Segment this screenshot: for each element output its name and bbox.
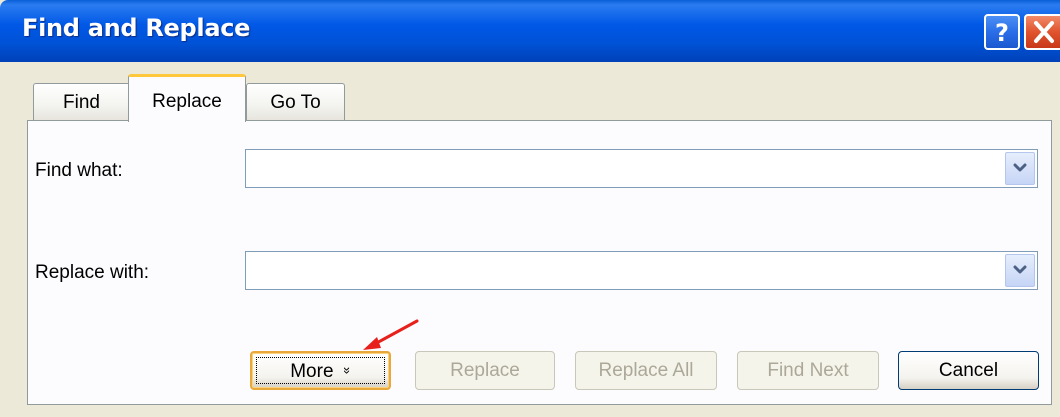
more-button-focus-ring: More » bbox=[256, 357, 385, 384]
replace-with-input[interactable] bbox=[250, 256, 994, 286]
double-chevron-down-icon: » bbox=[339, 366, 355, 375]
find-what-input[interactable] bbox=[250, 154, 994, 184]
close-button[interactable] bbox=[1024, 14, 1060, 50]
title-bar[interactable]: Find and Replace ? bbox=[0, 0, 1060, 62]
more-button[interactable]: More » bbox=[250, 351, 391, 390]
replace-with-combobox[interactable] bbox=[245, 251, 1038, 290]
find-what-combobox[interactable] bbox=[245, 149, 1038, 188]
chevron-down-icon bbox=[1013, 163, 1027, 172]
tab-find[interactable]: Find bbox=[33, 83, 130, 121]
red-arrow-icon bbox=[363, 319, 419, 350]
replace-button[interactable]: Replace bbox=[415, 351, 555, 390]
tab-replace[interactable]: Replace bbox=[128, 74, 246, 122]
tab-go-to[interactable]: Go To bbox=[246, 83, 345, 121]
find-what-label: Find what: bbox=[35, 160, 123, 181]
chevron-down-icon bbox=[1013, 265, 1027, 274]
find-what-dropdown-button[interactable] bbox=[1005, 152, 1035, 185]
tab-replace-label: Replace bbox=[152, 91, 222, 112]
close-icon bbox=[1034, 21, 1054, 43]
more-button-label: More bbox=[290, 361, 334, 382]
find-replace-dialog: Find and Replace ? Find Replace Go To Fi… bbox=[0, 0, 1060, 417]
replace-with-dropdown-button[interactable] bbox=[1005, 254, 1035, 287]
replace-with-label: Replace with: bbox=[35, 262, 150, 283]
replace-all-button[interactable]: Replace All bbox=[575, 351, 717, 390]
window-title: Find and Replace bbox=[22, 14, 251, 42]
question-mark-icon: ? bbox=[995, 19, 1009, 47]
svg-text:?: ? bbox=[995, 19, 1009, 47]
find-next-button[interactable]: Find Next bbox=[737, 351, 879, 390]
help-button[interactable]: ? bbox=[984, 14, 1020, 50]
cancel-button[interactable]: Cancel bbox=[898, 351, 1039, 390]
tab-find-label: Find bbox=[63, 92, 100, 113]
tab-go-to-label: Go To bbox=[270, 92, 321, 113]
